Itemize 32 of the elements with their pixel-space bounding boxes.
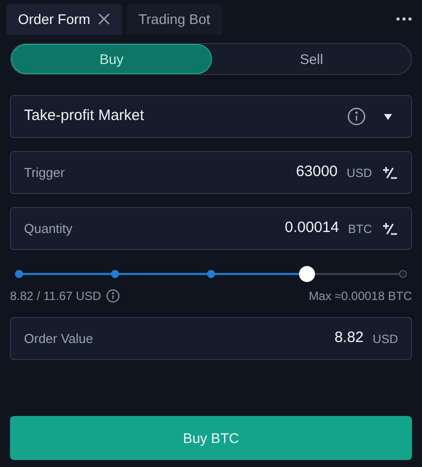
plus-minus-icon[interactable]	[382, 220, 398, 236]
info-icon[interactable]	[347, 107, 366, 126]
field-label: Trigger	[24, 164, 65, 182]
tab[interactable]: Order Form	[6, 4, 122, 34]
plus-minus-icon[interactable]	[382, 164, 398, 180]
close-icon[interactable]	[98, 13, 110, 25]
side-tab[interactable]: Sell	[212, 44, 411, 74]
order-value-field[interactable]: Order Value 8.82 USD	[10, 317, 412, 360]
max-text: Max ≈0.00018 BTC	[308, 288, 412, 305]
slider-mark[interactable]	[15, 270, 23, 278]
field-value: 63000	[296, 162, 338, 182]
slider-mark[interactable]	[399, 270, 407, 278]
slider-thumb[interactable]	[299, 266, 315, 282]
more-icon[interactable]	[396, 17, 412, 21]
slider-mark[interactable]	[111, 270, 119, 278]
input-field[interactable]: Quantity 0.00014 BTC	[10, 207, 412, 250]
field-value: 8.82	[334, 328, 364, 348]
caret-icon[interactable]	[384, 114, 392, 120]
tab[interactable]: Trading Bot	[126, 4, 222, 34]
unit-label: BTC	[348, 220, 372, 238]
order-type-select[interactable]: Take-profit Market	[10, 95, 412, 138]
slider-mark[interactable]	[207, 270, 215, 278]
input-field[interactable]: Trigger 63000 USD	[10, 151, 412, 194]
balance-text: 8.82 / 11.67 USD	[10, 288, 102, 305]
unit-label: USD	[346, 164, 372, 182]
info-icon[interactable]	[106, 289, 120, 303]
unit-label: USD	[372, 330, 398, 348]
field-label: Order Value	[24, 330, 94, 348]
order-type-value: Take-profit Market	[24, 106, 144, 126]
field-value: 0.00014	[284, 218, 339, 238]
side-tab[interactable]: Buy	[11, 44, 212, 74]
field-label: Quantity	[24, 220, 72, 238]
